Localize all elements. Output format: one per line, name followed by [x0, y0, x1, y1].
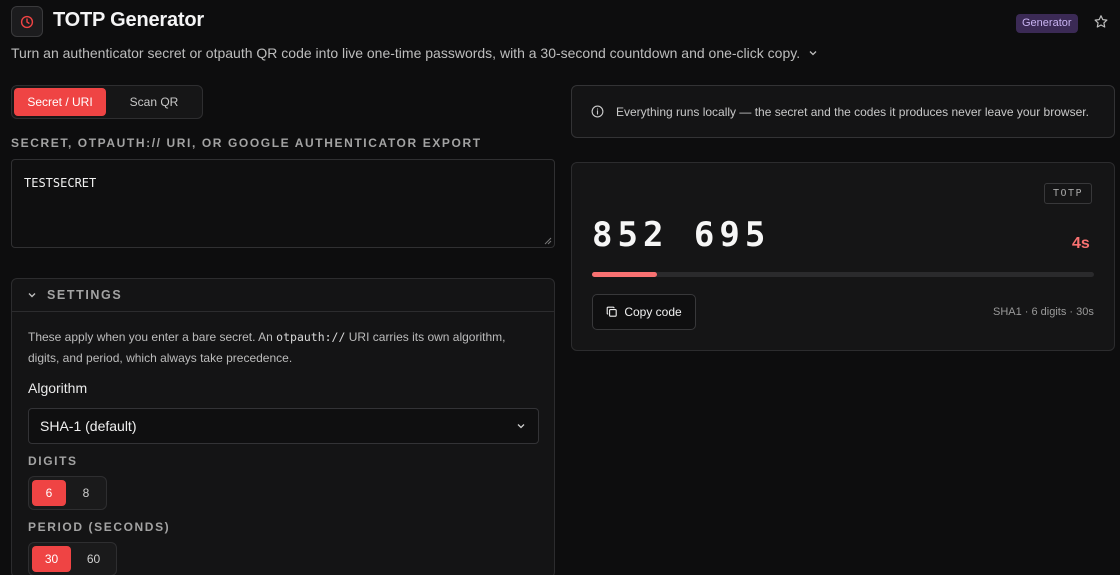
desc-code: otpauth://: [276, 330, 346, 344]
settings-panel: SETTINGS These apply when you enter a ba…: [11, 278, 555, 575]
page-title: TOTP Generator: [53, 9, 204, 31]
digits-option-6[interactable]: 6: [32, 480, 66, 506]
copy-label: Copy code: [624, 305, 682, 319]
copy-icon: [606, 306, 618, 317]
category-badge: Generator: [1016, 14, 1078, 33]
secret-input[interactable]: TESTSECRET: [11, 159, 555, 248]
algorithm-select[interactable]: SHA-1 (default): [28, 408, 539, 444]
period-selector: 30 60: [28, 542, 117, 575]
clock-icon: [20, 15, 34, 28]
chevron-down-icon: [517, 424, 525, 429]
info-icon: [591, 105, 604, 118]
desc-text-1: These apply when you enter a bare secret…: [28, 330, 273, 344]
subtitle-text: Turn an authenticator secret or otpauth …: [11, 45, 801, 61]
period-label: PERIOD (SECONDS): [28, 520, 171, 534]
privacy-banner: Everything runs locally — the secret and…: [571, 85, 1115, 138]
page-subtitle[interactable]: Turn an authenticator secret or otpauth …: [11, 45, 818, 61]
chevron-down-icon: [28, 293, 36, 298]
digits-selector: 6 8: [28, 476, 107, 510]
settings-description: These apply when you enter a bare secret…: [28, 327, 528, 369]
countdown-progress-fill: [592, 272, 658, 277]
copy-code-button[interactable]: Copy code: [592, 294, 696, 330]
tab-secret-uri[interactable]: Secret / URI: [14, 88, 106, 116]
secret-value: TESTSECRET: [24, 176, 97, 190]
resize-handle-icon[interactable]: [544, 237, 552, 245]
app-logo: [11, 6, 43, 37]
settings-toggle[interactable]: SETTINGS: [12, 279, 554, 312]
tab-scan-qr[interactable]: Scan QR: [108, 88, 200, 116]
otp-meta: SHA1 · 6 digits · 30s: [993, 306, 1094, 318]
digits-option-8[interactable]: 8: [69, 480, 103, 506]
chevron-down-icon: [809, 51, 817, 56]
period-option-60[interactable]: 60: [74, 546, 113, 572]
secret-field-label: SECRET, OTPAUTH:// URI, OR GOOGLE AUTHEN…: [11, 136, 482, 150]
otp-code[interactable]: 852 695: [592, 215, 770, 255]
star-icon[interactable]: [1093, 14, 1109, 30]
settings-title: SETTINGS: [47, 288, 123, 302]
otp-card: TOTP 852 695 4s Copy code SHA1 · 6 digit…: [571, 162, 1115, 351]
countdown-timer: 4s: [1072, 235, 1090, 252]
algorithm-value: SHA-1 (default): [40, 418, 137, 434]
period-option-30[interactable]: 30: [32, 546, 71, 572]
otp-type-badge: TOTP: [1044, 183, 1093, 204]
digits-label: DIGITS: [28, 454, 78, 468]
input-mode-toggle: Secret / URI Scan QR: [11, 85, 203, 119]
countdown-progress: [592, 272, 1094, 277]
privacy-text: Everything runs locally — the secret and…: [616, 104, 1089, 119]
algorithm-label: Algorithm: [28, 380, 88, 396]
